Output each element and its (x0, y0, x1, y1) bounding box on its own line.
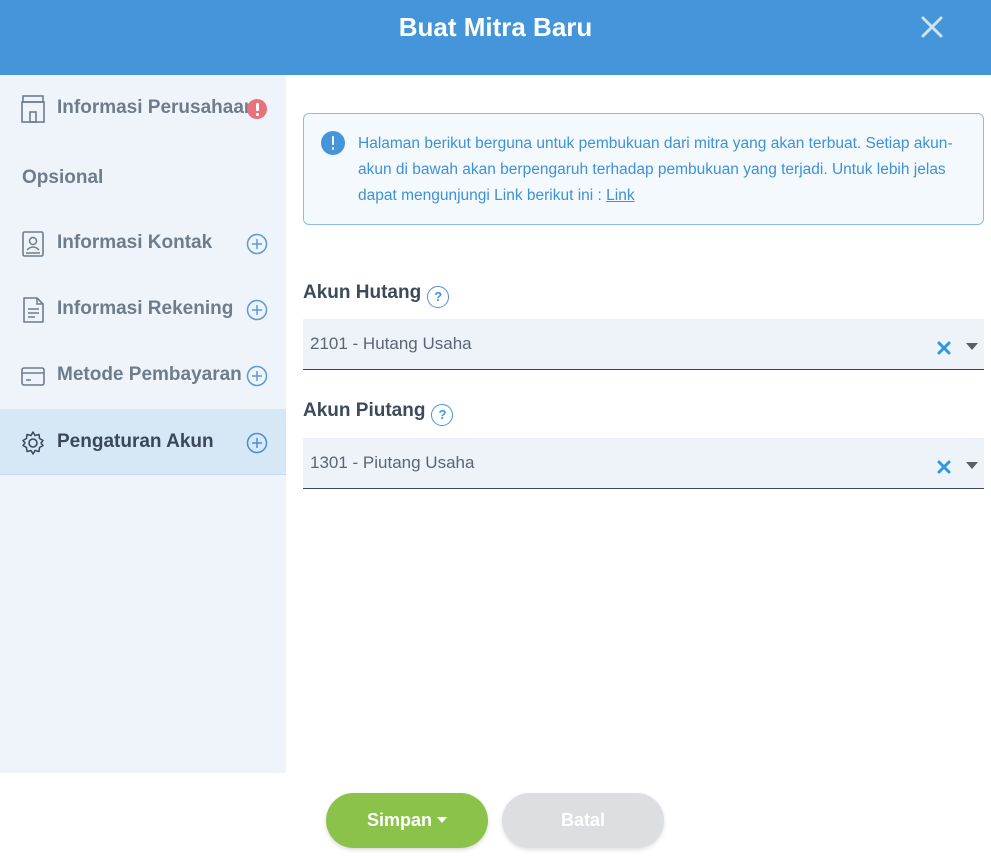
akun-hutang-label: Akun Hutang? (303, 282, 450, 308)
sidebar-item-metode-pembayaran[interactable]: Metode Pembayaran (0, 342, 286, 408)
section-label-opsional: Opsional (22, 167, 104, 188)
sidebar-item-informasi-rekening[interactable]: Informasi Rekening (0, 276, 286, 342)
akun-hutang-select[interactable]: 2101 - Hutang Usaha (303, 319, 984, 370)
contact-book-icon (22, 231, 44, 257)
clear-icon[interactable] (936, 340, 952, 356)
info-text: Halaman berikut berguna untuk pembukuan … (358, 131, 976, 209)
gear-icon (22, 431, 44, 455)
info-alert: Halaman berikut berguna untuk pembukuan … (303, 113, 984, 225)
add-circle-icon[interactable] (246, 299, 268, 321)
info-message: Halaman berikut berguna untuk pembukuan … (358, 135, 953, 204)
modal-title: Buat Mitra Baru (398, 12, 593, 42)
building-icon (21, 95, 45, 123)
chevron-down-icon[interactable] (966, 462, 978, 469)
help-icon[interactable]: ? (427, 286, 450, 308)
akun-piutang-label: Akun Piutang? (303, 400, 454, 426)
add-circle-icon[interactable] (246, 233, 268, 255)
sidebar-item-informasi-kontak[interactable]: Informasi Kontak (0, 210, 286, 276)
close-icon[interactable] (918, 13, 946, 41)
modal-header: Buat Mitra Baru (0, 0, 991, 75)
save-button[interactable]: Simpan (326, 793, 488, 848)
caret-down-icon (437, 817, 447, 823)
sidebar-item-label: Informasi Rekening (57, 298, 234, 319)
clear-icon[interactable] (936, 459, 952, 475)
document-icon (23, 297, 44, 323)
chevron-down-icon[interactable] (966, 343, 978, 350)
sidebar-item-pengaturan-akun[interactable]: Pengaturan Akun (0, 409, 286, 475)
add-circle-icon[interactable] (246, 432, 268, 454)
card-icon (21, 367, 45, 386)
sidebar-item-informasi-perusahaan[interactable]: Informasi Perusahaan (0, 75, 286, 141)
save-button-label: Simpan (366, 810, 432, 830)
sidebar: Informasi Perusahaan Opsional Informasi … (0, 75, 286, 773)
help-icon[interactable]: ? (431, 404, 454, 426)
akun-hutang-label-text: Akun Hutang (303, 282, 422, 303)
info-icon (321, 131, 345, 155)
akun-hutang-value: 2101 - Hutang Usaha (310, 334, 472, 353)
akun-piutang-select[interactable]: 1301 - Piutang Usaha (303, 438, 984, 489)
add-circle-icon[interactable] (246, 365, 268, 387)
sidebar-item-label: Informasi Kontak (57, 232, 213, 253)
info-link[interactable]: Link (606, 187, 634, 204)
sidebar-item-label: Pengaturan Akun (57, 431, 214, 452)
cancel-button[interactable]: Batal (502, 793, 664, 848)
sidebar-item-label: Metode Pembayaran (57, 364, 242, 385)
akun-piutang-label-text: Akun Piutang (303, 400, 426, 421)
warning-icon (247, 99, 267, 119)
sidebar-item-label: Informasi Perusahaan (57, 97, 256, 118)
akun-piutang-value: 1301 - Piutang Usaha (310, 453, 475, 472)
